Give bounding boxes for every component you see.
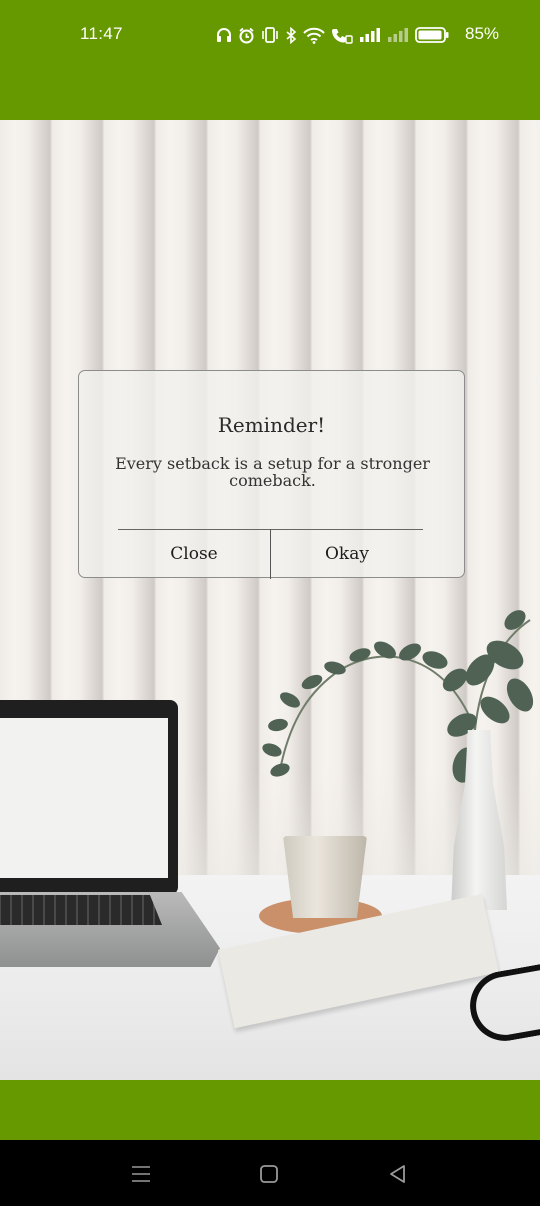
status-icons — [216, 24, 449, 46]
reminder-dialog: Reminder! Every setback is a setup for a… — [78, 370, 465, 579]
laptop-keyboard — [0, 895, 162, 925]
okay-button[interactable]: Okay — [272, 531, 422, 577]
dialog-message: Every setback is a setup for a stronger … — [115, 454, 430, 490]
laptop-screen — [0, 718, 168, 878]
volte-call-icon — [331, 27, 353, 44]
status-time: 11:47 — [80, 24, 123, 43]
ceramic-cup — [283, 836, 367, 918]
wifi-icon — [303, 27, 325, 44]
eucalyptus-plant — [262, 610, 534, 783]
battery-percent: 85% — [465, 24, 500, 43]
navigation-bar — [0, 1140, 540, 1206]
signal-icon — [359, 27, 381, 43]
recents-icon[interactable] — [121, 1158, 161, 1190]
headphones-icon — [216, 27, 232, 43]
close-button[interactable]: Close — [119, 531, 269, 577]
status-bar: 11:47 85% — [0, 0, 540, 70]
signal-icon-2 — [387, 27, 409, 43]
vibrate-icon — [261, 27, 279, 43]
back-icon[interactable] — [378, 1158, 418, 1190]
button-divider — [270, 529, 271, 579]
battery-icon — [415, 27, 449, 43]
background-photo — [0, 120, 540, 1080]
alarm-icon — [238, 27, 255, 44]
footer-bar — [0, 1080, 540, 1140]
dialog-title: Reminder! — [217, 413, 326, 437]
bluetooth-icon — [285, 26, 297, 44]
home-icon[interactable] — [249, 1158, 289, 1190]
